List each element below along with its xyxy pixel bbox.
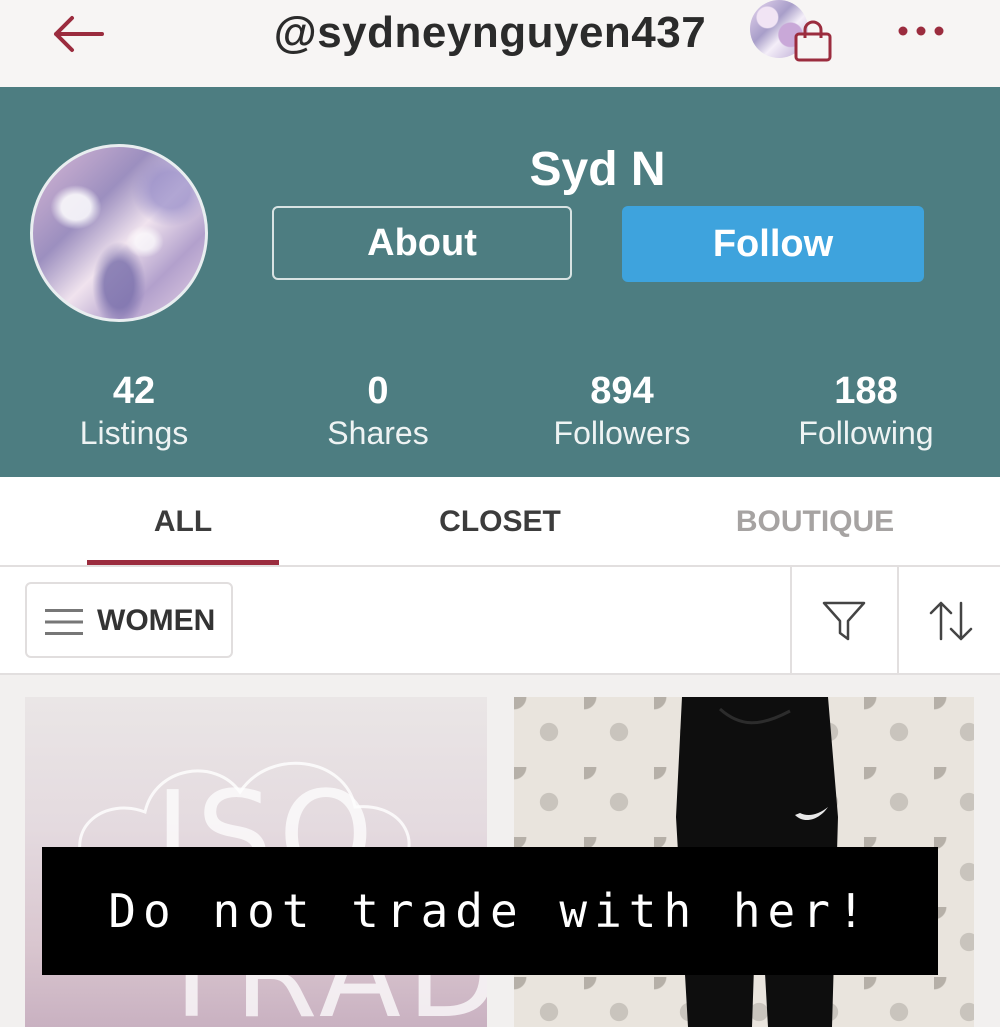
department-label: WOMEN: [97, 604, 216, 637]
stat-following[interactable]: 188 Following: [766, 369, 966, 453]
divider: [790, 567, 792, 673]
profile-header: Syd N About Follow 42 Listings 0 Shares …: [0, 87, 1000, 477]
warning-text: Do not trade with her!: [108, 884, 872, 938]
more-dots-icon[interactable]: [895, 16, 947, 46]
shopping-bag-icon[interactable]: [792, 20, 834, 62]
follow-button[interactable]: Follow: [622, 206, 924, 282]
stat-listings[interactable]: 42 Listings: [34, 369, 234, 453]
display-name: Syd N: [529, 143, 666, 196]
stat-label: Following: [798, 415, 934, 451]
username-handle: @sydneynguyen437: [273, 8, 707, 57]
sort-arrows-icon[interactable]: [925, 595, 977, 647]
stat-value: 894: [590, 370, 654, 412]
active-tab-indicator: [87, 560, 279, 565]
tab-closet[interactable]: CLOSET: [400, 505, 600, 539]
menu-icon: [45, 609, 83, 635]
filter-bar: WOMEN: [0, 567, 1000, 675]
stat-value: 0: [367, 370, 389, 412]
department-button[interactable]: WOMEN: [25, 582, 233, 658]
divider: [897, 567, 899, 673]
stat-followers[interactable]: 894 Followers: [522, 369, 722, 453]
stat-value: 42: [112, 370, 156, 412]
stat-label: Listings: [79, 415, 189, 451]
top-bar: @sydneynguyen437: [0, 0, 1000, 87]
closet-tabs: ALL CLOSET BOUTIQUE: [0, 477, 1000, 567]
about-button[interactable]: About: [272, 206, 572, 280]
warning-banner: Do not trade with her!: [42, 847, 938, 975]
stat-label: Shares: [327, 415, 429, 451]
stat-label: Followers: [553, 415, 691, 451]
stat-shares[interactable]: 0 Shares: [278, 369, 478, 453]
arrow-left-icon[interactable]: [50, 12, 106, 56]
stat-value: 188: [834, 370, 898, 412]
tab-boutique[interactable]: BOUTIQUE: [705, 505, 925, 539]
profile-avatar[interactable]: [30, 144, 208, 322]
funnel-icon[interactable]: [820, 597, 868, 645]
tab-all[interactable]: ALL: [87, 505, 279, 539]
